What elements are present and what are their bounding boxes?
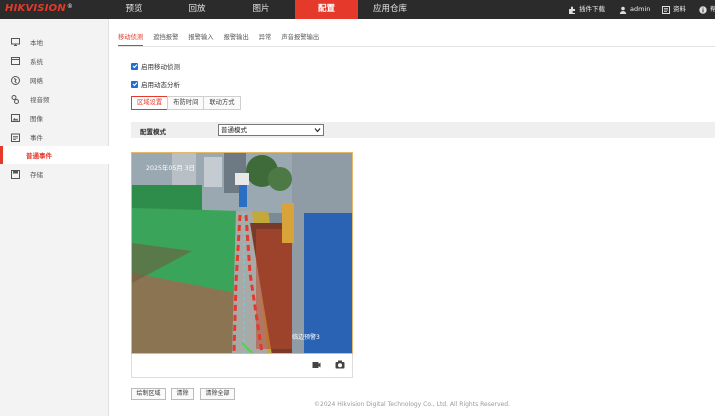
osd-timestamp: 2025年05月 3日 bbox=[146, 165, 195, 172]
nav-configuration[interactable]: 配置 bbox=[295, 0, 358, 19]
event-tabs: 移动侦测 遮挡报警 报警输入 报警输出 异常 声音报警输出 bbox=[118, 30, 329, 46]
sidebar-item-system[interactable]: 系统 bbox=[0, 52, 109, 70]
registered-mark: ® bbox=[66, 3, 74, 10]
tab-video-tampering[interactable]: 遮挡报警 bbox=[153, 30, 178, 46]
config-mode-row: 配置模式 普通模式 bbox=[131, 122, 715, 138]
nav-preview[interactable]: 预览 bbox=[119, 0, 149, 19]
settings-subtabs: 区域设置 布防时间 联动方式 bbox=[131, 96, 241, 110]
camera-mic-icon bbox=[4, 94, 26, 104]
sidebar-item-label: 本地 bbox=[30, 39, 43, 47]
checkbox-label: 启用动态分析 bbox=[141, 81, 180, 89]
clear-all-button[interactable]: 清除全部 bbox=[200, 388, 235, 400]
sidebar-item-video-audio[interactable]: 视音频 bbox=[0, 90, 109, 108]
checkbox-checked-icon bbox=[131, 62, 138, 70]
osd-camera-name: 临边预警3 bbox=[292, 334, 320, 341]
help-label: 资料 bbox=[673, 5, 686, 13]
sidebar-item-event[interactable]: 事件 bbox=[0, 128, 109, 146]
video-toolbar bbox=[131, 354, 353, 378]
sidebar-item-label: 视音频 bbox=[30, 96, 50, 104]
tab-alarm-input[interactable]: 报警输入 bbox=[188, 30, 213, 46]
nav-picture[interactable]: 图片 bbox=[246, 0, 276, 19]
snapshot-camera-icon[interactable] bbox=[335, 360, 345, 369]
plugin-label: 插件下载 bbox=[579, 5, 605, 13]
hikvision-logo: HIKVISION® bbox=[5, 3, 73, 14]
clear-button[interactable]: 清除 bbox=[171, 388, 194, 400]
brand-name: HIKVISION bbox=[5, 3, 66, 14]
tab-audio-alarm-output[interactable]: 声音报警输出 bbox=[281, 30, 319, 46]
more-label: 帮 bbox=[710, 5, 715, 13]
sidebar-item-label: 事件 bbox=[30, 134, 43, 142]
plugin-download-link[interactable]: 插件下载 bbox=[568, 0, 605, 19]
checkbox-checked-icon bbox=[131, 80, 138, 88]
record-icon[interactable] bbox=[312, 361, 321, 369]
sidebar-item-image[interactable]: 图像 bbox=[0, 109, 109, 127]
user-icon bbox=[619, 6, 627, 14]
config-mode-value: 普通模式 bbox=[221, 126, 247, 134]
sidebar-item-storage[interactable]: 存储 bbox=[0, 165, 109, 183]
nav-app-store[interactable]: 应用仓库 bbox=[370, 0, 410, 19]
help-link[interactable]: 资料 bbox=[662, 0, 686, 19]
checkbox-label: 启用移动侦测 bbox=[141, 63, 180, 71]
tab-motion-detection[interactable]: 移动侦测 bbox=[118, 30, 144, 46]
sidebar-item-local[interactable]: 本地 bbox=[0, 33, 109, 51]
puzzle-icon bbox=[569, 6, 575, 14]
subtab-arming-schedule[interactable]: 布防时间 bbox=[167, 96, 205, 110]
top-navigation-bar: HIKVISION® 预览 回放 图片 配置 应用仓库 插件下载 admin 资… bbox=[0, 0, 715, 19]
subtab-linkage-method[interactable]: 联动方式 bbox=[203, 96, 241, 110]
main-content: 移动侦测 遮挡报警 报警输入 报警输出 异常 声音报警输出 启用移动侦测 启用动… bbox=[109, 19, 715, 416]
chevron-down-icon bbox=[314, 128, 321, 133]
calendar-icon bbox=[4, 133, 26, 142]
enable-dynamic-analysis-checkbox[interactable]: 启用动态分析 bbox=[131, 79, 180, 89]
image-icon bbox=[4, 114, 26, 122]
video-preview[interactable]: 2025年05月 3日 临边预警3 bbox=[131, 152, 353, 354]
sidebar-item-basic-event[interactable]: 普通事件 bbox=[0, 146, 109, 164]
config-mode-label: 配置模式 bbox=[140, 128, 166, 136]
sidebar-item-label: 存储 bbox=[30, 171, 43, 179]
sidebar-item-label: 系统 bbox=[30, 58, 43, 66]
enable-motion-detection-checkbox[interactable]: 启用移动侦测 bbox=[131, 61, 180, 71]
username: admin bbox=[630, 5, 651, 13]
sidebar-item-label: 图像 bbox=[30, 115, 43, 123]
tabs-divider bbox=[118, 46, 715, 47]
monitor-icon bbox=[4, 38, 26, 46]
user-menu[interactable]: admin bbox=[619, 0, 650, 19]
document-icon bbox=[662, 5, 670, 14]
system-icon bbox=[4, 57, 26, 65]
sidebar-item-label: 网络 bbox=[30, 77, 43, 85]
sidebar: 本地 系统 网络 视音频 图像 事件 普通事件 存储 bbox=[0, 19, 109, 416]
camera-scene-image bbox=[132, 153, 352, 353]
copyright-footer: ©2024 Hikvision Digital Technology Co., … bbox=[314, 401, 510, 408]
sidebar-item-network[interactable]: 网络 bbox=[0, 71, 109, 89]
tab-alarm-output[interactable]: 报警输出 bbox=[224, 30, 249, 46]
nav-playback[interactable]: 回放 bbox=[182, 0, 212, 19]
save-icon bbox=[4, 169, 26, 179]
draw-area-button[interactable]: 绘制区域 bbox=[131, 388, 166, 400]
config-mode-select[interactable]: 普通模式 bbox=[218, 124, 324, 136]
globe-icon bbox=[4, 75, 26, 85]
more-menu[interactable]: 帮 bbox=[699, 0, 715, 19]
subtab-area-settings[interactable]: 区域设置 bbox=[131, 96, 169, 110]
info-icon bbox=[699, 5, 707, 14]
tab-exception[interactable]: 异常 bbox=[259, 30, 272, 46]
